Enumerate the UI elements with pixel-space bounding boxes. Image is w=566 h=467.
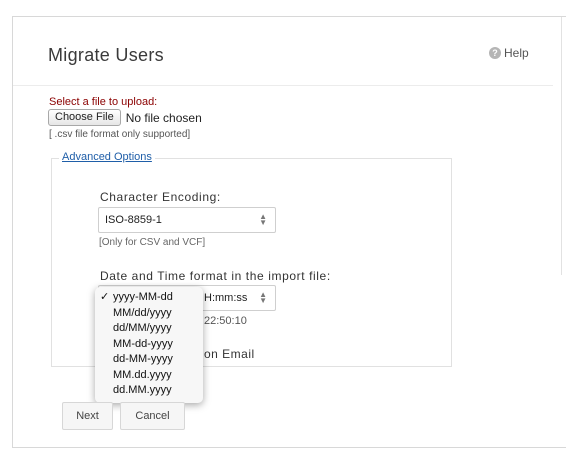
dropdown-option[interactable]: MM.dd.yyyy — [95, 368, 203, 384]
datetime-label: Date and Time format in the import file: — [100, 269, 331, 283]
help-link[interactable]: ? Help — [489, 46, 529, 60]
question-circle-icon: ? — [489, 47, 501, 59]
datetime-value: H:mm:ss — [204, 292, 248, 304]
checkmark-icon: ✓ — [100, 291, 110, 303]
encoding-value: ISO-8859-1 — [105, 214, 162, 226]
page-title: Migrate Users — [48, 45, 164, 65]
upload-label: Select a file to upload: — [49, 96, 158, 108]
encoding-select[interactable]: ISO-8859-1 ▲ ▼ — [98, 207, 276, 233]
encoding-hint: [Only for CSV and VCF] — [99, 237, 206, 248]
next-button[interactable]: Next — [62, 402, 113, 430]
dropdown-option[interactable]: dd/MM/yyyy — [95, 321, 203, 337]
dropdown-option[interactable]: dd.MM.yyyy — [95, 383, 203, 399]
choose-file-button[interactable]: Choose File — [48, 109, 121, 126]
select-stepper-icon: ▲ ▼ — [259, 290, 267, 305]
cancel-button[interactable]: Cancel — [120, 402, 185, 430]
help-label: Help — [504, 46, 529, 60]
encoding-label: Character Encoding: — [100, 190, 221, 204]
dropdown-option[interactable]: MM/dd/yyyy — [95, 306, 203, 322]
file-status: No file chosen — [125, 110, 202, 125]
email-option-label: on Email — [204, 347, 255, 361]
select-stepper-icon: ▲ ▼ — [259, 212, 267, 227]
file-input-row: Choose File No file chosen — [48, 109, 202, 126]
datetime-example: 22:50:10 — [204, 315, 247, 327]
format-note: [ .csv file format only supported] — [49, 129, 191, 140]
dropdown-option[interactable]: ✓ yyyy-MM-dd — [95, 290, 203, 306]
dropdown-option[interactable]: MM-dd-yyyy — [95, 337, 203, 353]
divider-line — [561, 17, 562, 275]
datetime-format-dropdown: ✓ yyyy-MM-dd MM/dd/yyyy dd/MM/yyyy MM-dd-… — [95, 287, 203, 403]
dropdown-option[interactable]: dd-MM-yyyy — [95, 352, 203, 368]
advanced-options-link[interactable]: Advanced Options — [59, 151, 155, 163]
